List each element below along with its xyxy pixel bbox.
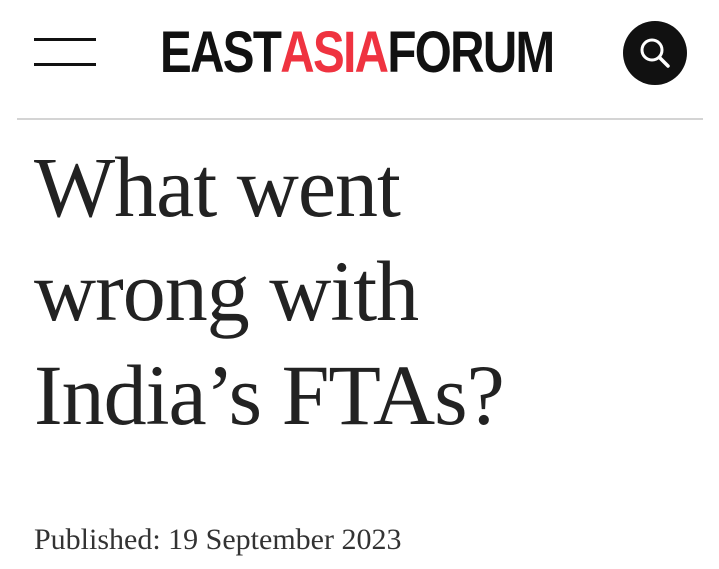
- site-header: EAST ASIA FORUM: [0, 0, 719, 118]
- search-icon: [640, 38, 670, 68]
- logo-text-asia: ASIA: [280, 20, 389, 85]
- article-title-line: What went: [34, 139, 401, 235]
- menu-button[interactable]: [34, 36, 96, 68]
- article-title-line: wrong with: [34, 243, 419, 339]
- search-button[interactable]: [623, 21, 687, 85]
- hamburger-menu-icon: [34, 38, 96, 41]
- site-logo[interactable]: EAST ASIA FORUM: [160, 10, 555, 96]
- article-title-line: India’s FTAs?: [34, 347, 505, 443]
- article-title: What went wrong with India’s FTAs?: [34, 135, 694, 447]
- hamburger-menu-icon-bar: [34, 63, 96, 66]
- logo-text-east: EAST: [160, 20, 282, 85]
- logo-text-forum: FORUM: [387, 20, 555, 85]
- published-date: Published: 19 September 2023: [34, 523, 402, 556]
- header-divider: [17, 118, 703, 120]
